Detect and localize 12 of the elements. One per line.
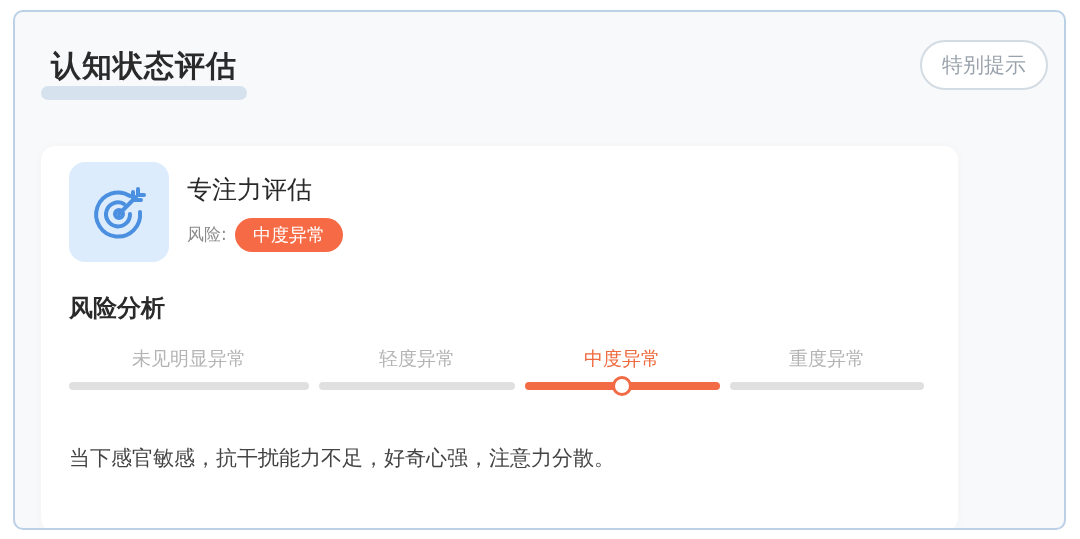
stage-label: 未见明显异常 [130,346,247,371]
assessment-name: 专注力评估 [187,173,313,206]
hint-button[interactable]: 特别提示 [920,40,1048,90]
stage-label: 中度异常 [583,346,662,371]
risk-label: 风险: [187,223,227,246]
stage-label: 轻度异常 [377,346,456,371]
description: 当下感官敏感，抗干扰能力不足，好奇心强，注意力分散。 [69,445,616,472]
risk-badge: 中度异常 [234,217,343,252]
section-title: 认知状态评估 [51,47,237,84]
stage-label: 重度异常 [787,346,866,371]
target-icon [69,162,169,262]
analysis-title: 风险分析 [69,293,166,324]
